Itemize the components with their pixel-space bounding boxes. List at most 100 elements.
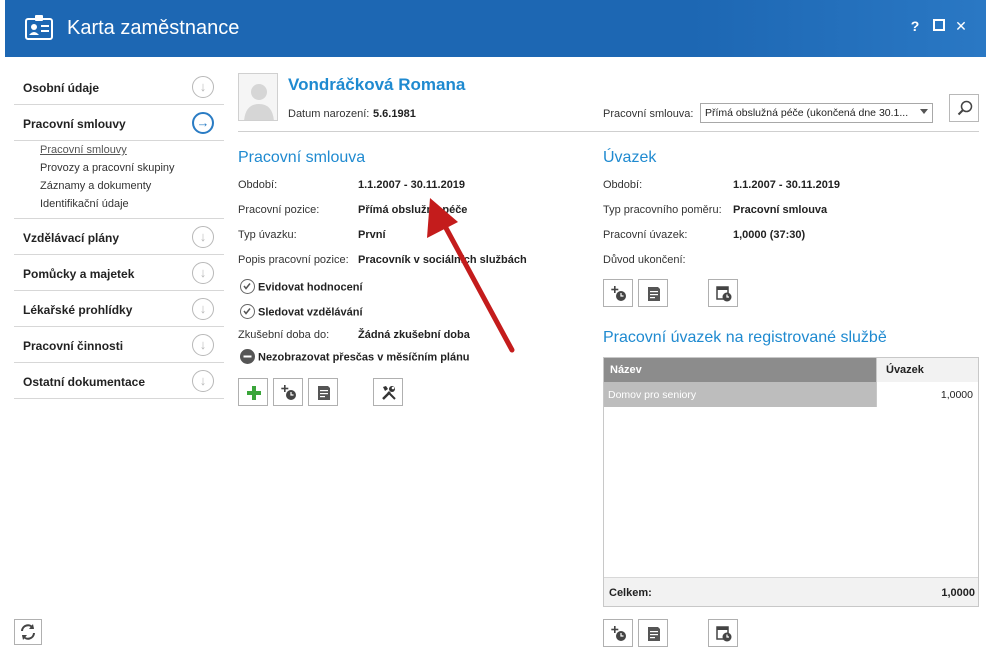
maximize-button[interactable] (929, 18, 949, 34)
calendar-clock-icon (716, 286, 732, 302)
workload-add-history-button[interactable] (603, 279, 633, 307)
plus-icon (247, 386, 261, 400)
help-button[interactable]: ? (905, 18, 925, 34)
refresh-icon (21, 624, 35, 640)
window-title: Karta zaměstnance (67, 17, 240, 39)
workload-period-label: Období: (603, 179, 643, 191)
refresh-button[interactable] (14, 619, 42, 645)
arrow-down-circle-icon[interactable]: ↓ (192, 370, 214, 392)
position-description-label: Popis pracovní pozice: (238, 254, 349, 266)
nav-subitem-identification[interactable]: Identifikační údaje (40, 195, 224, 213)
check-circle-icon (240, 304, 255, 319)
document-icon (648, 287, 660, 301)
edit-contract-button[interactable] (308, 378, 338, 406)
column-header-name[interactable]: Název (610, 364, 642, 376)
services-section-title: Pracovní úvazek na registrované službě (603, 329, 887, 346)
overtime-check: Nezobrazovat přesčas v měsíčním plánu (240, 349, 470, 365)
services-table: Název Úvazek Domov pro seniory 1,0000 Ce… (603, 357, 979, 607)
avatar (238, 73, 278, 121)
plus-clock-icon (281, 385, 296, 400)
arrow-down-circle-icon[interactable]: ↓ (192, 298, 214, 320)
contract-period-value: 1.1.2007 - 30.11.2019 (358, 179, 466, 191)
nav-item-personal[interactable]: Osobní údaje ↓ (14, 69, 224, 105)
education-check-label: Sledovat vzdělávání (258, 306, 363, 319)
table-row[interactable]: Domov pro seniory 1,0000 (604, 382, 978, 407)
arrow-down-circle-icon[interactable]: ↓ (192, 262, 214, 284)
nav-item-label: Vzdělávací plány (23, 231, 120, 245)
contract-select-value: Přímá obslužná péče (ukončená dne 30.1..… (705, 107, 909, 119)
service-load-cell: 1,0000 (876, 382, 978, 407)
workload-type-label: Typ úvazku: (238, 229, 297, 241)
workload-period-value: 1.1.2007 - 30.11.2019 (733, 179, 841, 191)
nav-item-medical[interactable]: Lékařské prohlídky ↓ (14, 291, 224, 327)
document-icon (648, 627, 660, 641)
nav-item-label: Pracovní činnosti (23, 339, 124, 353)
position-description-value: Pracovník v sociálních službách (358, 254, 527, 266)
employee-name: Vondráčková Romana (288, 75, 466, 94)
title-bar: Karta zaměstnance ? ✕ (5, 0, 986, 57)
plus-clock-icon (611, 626, 626, 641)
overtime-check-label: Nezobrazovat přesčas v měsíčním plánu (258, 351, 470, 364)
workload-type-value: První (358, 229, 386, 241)
work-load-label: Pracovní úvazek: (603, 229, 688, 241)
contract-select[interactable]: Přímá obslužná péče (ukončená dne 30.1..… (700, 103, 933, 123)
nav-item-label: Pracovní smlouvy (23, 117, 126, 131)
arrow-down-circle-icon[interactable]: ↓ (192, 334, 214, 356)
close-button[interactable]: ✕ (951, 18, 971, 35)
nav-subitem-records[interactable]: Záznamy a dokumenty (40, 177, 224, 195)
nav-subitem-workgroups[interactable]: Provozy a pracovní skupiny (40, 159, 224, 177)
table-header: Název Úvazek (604, 358, 978, 382)
contract-section-title: Pracovní smlouva (238, 149, 366, 166)
nav-item-label: Pomůcky a majetek (23, 267, 135, 281)
maximize-icon (933, 19, 945, 31)
services-add-history-button[interactable] (603, 619, 633, 647)
tools-button[interactable] (373, 378, 403, 406)
header-divider (238, 131, 979, 132)
trial-period-value: Žádná zkušební doba (358, 329, 470, 341)
contract-select-label: Pracovní smlouva: (603, 108, 694, 120)
plus-clock-icon (611, 286, 626, 301)
arrow-down-circle-icon[interactable]: ↓ (192, 76, 214, 98)
arrow-down-circle-icon[interactable]: ↓ (192, 226, 214, 248)
nav-item-education[interactable]: Vzdělávací plány ↓ (14, 219, 224, 255)
add-history-button[interactable] (273, 378, 303, 406)
column-header-load[interactable]: Úvazek (876, 358, 978, 382)
arrow-right-circle-icon[interactable]: → (192, 112, 214, 134)
nav-item-documents[interactable]: Ostatní dokumentace ↓ (14, 363, 224, 399)
nav-item-activities[interactable]: Pracovní činnosti ↓ (14, 327, 224, 363)
search-icon (957, 100, 973, 116)
nav-subitem-contracts[interactable]: Pracovní smlouvy (40, 141, 224, 159)
tools-icon (382, 386, 396, 400)
workload-section-title: Úvazek (603, 149, 657, 166)
chevron-down-icon (920, 109, 928, 114)
service-name-cell: Domov pro seniory (608, 389, 697, 401)
person-icon (244, 84, 274, 120)
check-circle-icon (240, 279, 255, 294)
side-navigation: Osobní údaje ↓ Pracovní smlouvy → Pracov… (14, 69, 224, 399)
nav-item-equipment[interactable]: Pomůcky a majetek ↓ (14, 255, 224, 291)
total-label: Celkem: (609, 587, 652, 599)
position-label: Pracovní pozice: (238, 204, 320, 216)
workload-history-button[interactable] (708, 279, 738, 307)
calendar-clock-icon (716, 626, 732, 642)
evaluation-check-label: Evidovat hodnocení (258, 281, 363, 294)
services-history-button[interactable] (708, 619, 738, 647)
document-icon (318, 386, 330, 400)
nav-item-label: Ostatní dokumentace (23, 375, 146, 389)
nav-item-contracts[interactable]: Pracovní smlouvy → (14, 105, 224, 141)
nav-item-label: Osobní údaje (23, 81, 100, 95)
employment-type-value: Pracovní smlouva (733, 204, 828, 216)
search-button[interactable] (949, 94, 979, 122)
workload-edit-button[interactable] (638, 279, 668, 307)
employment-type-label: Typ pracovního poměru: (603, 204, 722, 216)
minus-circle-icon (240, 349, 255, 364)
birth-date-value: 5.6.1981 (373, 108, 416, 120)
trial-period-label: Zkušební doba do: (238, 329, 330, 341)
add-contract-button[interactable] (238, 378, 268, 406)
work-load-value: 1,0000 (37:30) (733, 229, 806, 241)
education-check: Sledovat vzdělávání (240, 304, 363, 320)
services-edit-button[interactable] (638, 619, 668, 647)
evaluation-check: Evidovat hodnocení (240, 279, 363, 295)
total-value: 1,0000 (941, 587, 975, 599)
contract-period-label: Období: (238, 179, 278, 191)
